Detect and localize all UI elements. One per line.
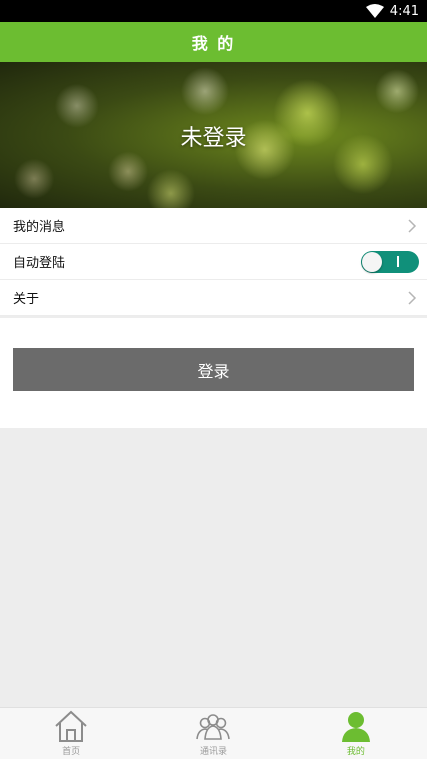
page-header: 我 的: [0, 22, 427, 62]
login-status-text[interactable]: 未登录: [0, 120, 427, 152]
menu-item-auto-login: 自动登陆: [0, 244, 427, 280]
bottom-tab-bar: 首页 通讯录 我的: [0, 707, 427, 759]
toggle-on-mark: [397, 255, 399, 267]
status-time: 4:41: [389, 3, 419, 19]
login-section: 登录: [0, 318, 427, 428]
menu-item-label: 关于: [13, 292, 40, 307]
profile-banner[interactable]: 未登录: [0, 62, 427, 208]
contacts-icon: [196, 714, 231, 740]
login-button[interactable]: 登录: [13, 348, 414, 391]
auto-login-toggle[interactable]: [361, 250, 419, 273]
tab-label: 首页: [62, 747, 81, 757]
tab-label: 我的: [346, 747, 365, 757]
tab-mine[interactable]: 我的: [285, 708, 427, 759]
page-title: 我 的: [191, 34, 236, 53]
tab-contacts[interactable]: 通讯录: [142, 708, 284, 759]
status-bar: 4:41: [0, 0, 427, 22]
menu-item-my-messages[interactable]: 我的消息: [0, 208, 427, 244]
tab-home[interactable]: 首页: [0, 708, 142, 759]
wifi-icon: [365, 4, 384, 18]
settings-menu: 我的消息 自动登陆 关于: [0, 208, 427, 316]
menu-item-label: 自动登陆: [13, 256, 66, 271]
tab-label: 通讯录: [199, 747, 227, 757]
person-icon: [341, 712, 370, 742]
menu-item-about[interactable]: 关于: [0, 280, 427, 316]
toggle-knob: [362, 251, 382, 272]
menu-item-label: 我的消息: [13, 220, 66, 235]
chevron-right-icon: [408, 218, 417, 233]
home-icon: [55, 710, 87, 742]
chevron-right-icon: [408, 290, 417, 305]
